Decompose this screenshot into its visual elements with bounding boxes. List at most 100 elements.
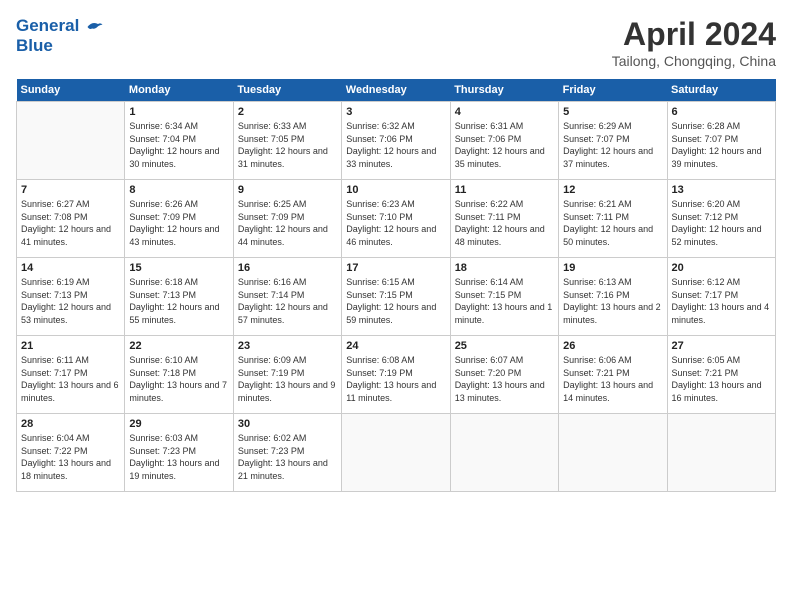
table-row bbox=[559, 414, 667, 492]
day-info: Sunrise: 6:23 AMSunset: 7:10 PMDaylight:… bbox=[346, 198, 445, 248]
table-row: 1Sunrise: 6:34 AMSunset: 7:04 PMDaylight… bbox=[125, 102, 233, 180]
day-info: Sunrise: 6:29 AMSunset: 7:07 PMDaylight:… bbox=[563, 120, 662, 170]
table-row: 28 Sunrise: 6:04 AMSunset: 7:22 PMDayligh… bbox=[17, 414, 125, 492]
day-info: Sunrise: 6:08 AMSunset: 7:19 PMDaylight:… bbox=[346, 354, 445, 404]
calendar-header-row: Sunday Monday Tuesday Wednesday Thursday… bbox=[17, 79, 776, 102]
day-info: Sunrise: 6:05 AMSunset: 7:21 PMDaylight:… bbox=[672, 354, 771, 404]
table-row: 17 Sunrise: 6:15 AMSunset: 7:15 PMDayligh… bbox=[342, 258, 450, 336]
day-info: Sunrise: 6:28 AMSunset: 7:07 PMDaylight:… bbox=[672, 120, 771, 170]
day-info: Sunrise: 6:13 AMSunset: 7:16 PMDaylight:… bbox=[563, 276, 662, 326]
col-thursday: Thursday bbox=[450, 79, 558, 102]
table-row: 21 Sunrise: 6:11 AMSunset: 7:17 PMDayligh… bbox=[17, 336, 125, 414]
col-saturday: Saturday bbox=[667, 79, 775, 102]
day-number: 14 bbox=[21, 262, 120, 274]
col-friday: Friday bbox=[559, 79, 667, 102]
day-number: 20 bbox=[672, 262, 771, 274]
table-row: 8 Sunrise: 6:26 AMSunset: 7:09 PMDaylight… bbox=[125, 180, 233, 258]
day-number: 24 bbox=[346, 340, 445, 352]
col-sunday: Sunday bbox=[17, 79, 125, 102]
table-row: 30 Sunrise: 6:02 AMSunset: 7:23 PMDayligh… bbox=[233, 414, 341, 492]
day-number: 25 bbox=[455, 340, 554, 352]
table-row: 7Sunrise: 6:27 AMSunset: 7:08 PMDaylight… bbox=[17, 180, 125, 258]
day-number: 2 bbox=[238, 106, 337, 118]
day-info: Sunrise: 6:12 AMSunset: 7:17 PMDaylight:… bbox=[672, 276, 771, 326]
day-number: 8 bbox=[129, 184, 228, 196]
day-info: Sunrise: 6:33 AMSunset: 7:05 PMDaylight:… bbox=[238, 120, 337, 170]
table-row: 25 Sunrise: 6:07 AMSunset: 7:20 PMDayligh… bbox=[450, 336, 558, 414]
day-info: Sunrise: 6:02 AMSunset: 7:23 PMDaylight:… bbox=[238, 432, 337, 482]
day-info: Sunrise: 6:31 AMSunset: 7:06 PMDaylight:… bbox=[455, 120, 554, 170]
table-row: 27 Sunrise: 6:05 AMSunset: 7:21 PMDayligh… bbox=[667, 336, 775, 414]
day-info: Sunrise: 6:09 AMSunset: 7:19 PMDaylight:… bbox=[238, 354, 337, 404]
col-wednesday: Wednesday bbox=[342, 79, 450, 102]
table-row: 5 Sunrise: 6:29 AMSunset: 7:07 PMDaylight… bbox=[559, 102, 667, 180]
table-row bbox=[342, 414, 450, 492]
table-row: 18Sunrise: 6:14 AMSunset: 7:15 PMDayligh… bbox=[450, 258, 558, 336]
table-row: 9 Sunrise: 6:25 AMSunset: 7:09 PMDaylight… bbox=[233, 180, 341, 258]
day-number: 26 bbox=[563, 340, 662, 352]
month-title: April 2024 bbox=[612, 16, 776, 53]
day-info: Sunrise: 6:22 AMSunset: 7:11 PMDaylight:… bbox=[455, 198, 554, 248]
day-info: Sunrise: 6:03 AMSunset: 7:23 PMDaylight:… bbox=[129, 432, 228, 482]
page-container: General Blue April 2024 Tailong, Chongqi… bbox=[0, 0, 792, 500]
day-info: Sunrise: 6:14 AMSunset: 7:15 PMDaylight:… bbox=[455, 276, 554, 326]
day-info: Sunrise: 6:21 AMSunset: 7:11 PMDaylight:… bbox=[563, 198, 662, 248]
logo-blue: Blue bbox=[16, 36, 104, 56]
day-number: 4 bbox=[455, 106, 554, 118]
table-row: 10 Sunrise: 6:23 AMSunset: 7:10 PMDayligh… bbox=[342, 180, 450, 258]
day-info: Sunrise: 6:04 AMSunset: 7:22 PMDaylight:… bbox=[21, 432, 120, 482]
table-row: 12Sunrise: 6:21 AMSunset: 7:11 PMDayligh… bbox=[559, 180, 667, 258]
day-number: 30 bbox=[238, 418, 337, 430]
calendar-table: Sunday Monday Tuesday Wednesday Thursday… bbox=[16, 79, 776, 492]
calendar-week-row: 21 Sunrise: 6:11 AMSunset: 7:17 PMDayligh… bbox=[17, 336, 776, 414]
day-info: Sunrise: 6:06 AMSunset: 7:21 PMDaylight:… bbox=[563, 354, 662, 404]
logo: General Blue bbox=[16, 16, 104, 55]
day-info: Sunrise: 6:16 AMSunset: 7:14 PMDaylight:… bbox=[238, 276, 337, 326]
table-row: 11 Sunrise: 6:22 AMSunset: 7:11 PMDayligh… bbox=[450, 180, 558, 258]
day-info: Sunrise: 6:32 AMSunset: 7:06 PMDaylight:… bbox=[346, 120, 445, 170]
day-number: 17 bbox=[346, 262, 445, 274]
day-number: 1 bbox=[129, 106, 228, 118]
day-number: 9 bbox=[238, 184, 337, 196]
col-monday: Monday bbox=[125, 79, 233, 102]
day-number: 21 bbox=[21, 340, 120, 352]
table-row: 26 Sunrise: 6:06 AMSunset: 7:21 PMDayligh… bbox=[559, 336, 667, 414]
day-number: 27 bbox=[672, 340, 771, 352]
day-info: Sunrise: 6:19 AMSunset: 7:13 PMDaylight:… bbox=[21, 276, 120, 326]
table-row bbox=[17, 102, 125, 180]
table-row: 2 Sunrise: 6:33 AMSunset: 7:05 PMDaylight… bbox=[233, 102, 341, 180]
day-info: Sunrise: 6:25 AMSunset: 7:09 PMDaylight:… bbox=[238, 198, 337, 248]
day-info: Sunrise: 6:11 AMSunset: 7:17 PMDaylight:… bbox=[21, 354, 120, 404]
day-number: 16 bbox=[238, 262, 337, 274]
table-row: 23 Sunrise: 6:09 AMSunset: 7:19 PMDayligh… bbox=[233, 336, 341, 414]
day-number: 5 bbox=[563, 106, 662, 118]
table-row: 15Sunrise: 6:18 AMSunset: 7:13 PMDayligh… bbox=[125, 258, 233, 336]
day-number: 23 bbox=[238, 340, 337, 352]
calendar-week-row: 1Sunrise: 6:34 AMSunset: 7:04 PMDaylight… bbox=[17, 102, 776, 180]
day-number: 6 bbox=[672, 106, 771, 118]
logo-general: General bbox=[16, 16, 79, 35]
day-info: Sunrise: 6:15 AMSunset: 7:15 PMDaylight:… bbox=[346, 276, 445, 326]
calendar-week-row: 28 Sunrise: 6:04 AMSunset: 7:22 PMDayligh… bbox=[17, 414, 776, 492]
page-header: General Blue April 2024 Tailong, Chongqi… bbox=[16, 16, 776, 69]
day-info: Sunrise: 6:07 AMSunset: 7:20 PMDaylight:… bbox=[455, 354, 554, 404]
day-number: 19 bbox=[563, 262, 662, 274]
day-number: 13 bbox=[672, 184, 771, 196]
day-number: 28 bbox=[21, 418, 120, 430]
calendar-week-row: 7Sunrise: 6:27 AMSunset: 7:08 PMDaylight… bbox=[17, 180, 776, 258]
day-info: Sunrise: 6:26 AMSunset: 7:09 PMDaylight:… bbox=[129, 198, 228, 248]
day-number: 29 bbox=[129, 418, 228, 430]
day-number: 10 bbox=[346, 184, 445, 196]
day-number: 7 bbox=[21, 184, 120, 196]
table-row bbox=[667, 414, 775, 492]
day-info: Sunrise: 6:20 AMSunset: 7:12 PMDaylight:… bbox=[672, 198, 771, 248]
day-number: 15 bbox=[129, 262, 228, 274]
col-tuesday: Tuesday bbox=[233, 79, 341, 102]
table-row: 3Sunrise: 6:32 AMSunset: 7:06 PMDaylight… bbox=[342, 102, 450, 180]
day-info: Sunrise: 6:10 AMSunset: 7:18 PMDaylight:… bbox=[129, 354, 228, 404]
table-row: 4 Sunrise: 6:31 AMSunset: 7:06 PMDaylight… bbox=[450, 102, 558, 180]
table-row: 13 Sunrise: 6:20 AMSunset: 7:12 PMDayligh… bbox=[667, 180, 775, 258]
calendar-week-row: 14 Sunrise: 6:19 AMSunset: 7:13 PMDayligh… bbox=[17, 258, 776, 336]
table-row: 14 Sunrise: 6:19 AMSunset: 7:13 PMDayligh… bbox=[17, 258, 125, 336]
day-number: 11 bbox=[455, 184, 554, 196]
